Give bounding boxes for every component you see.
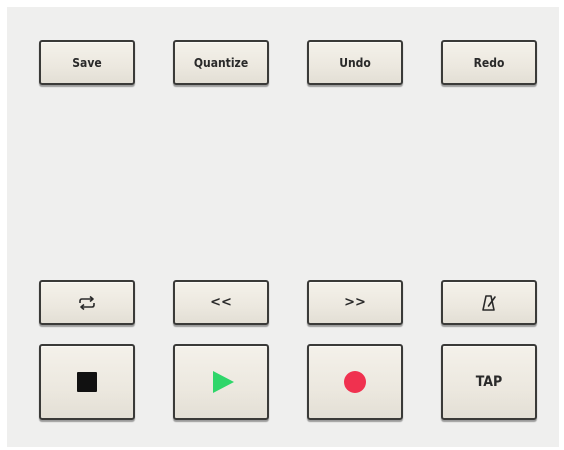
- quantize-button[interactable]: Quantize: [173, 40, 269, 85]
- fast-forward-button[interactable]: >>: [307, 280, 403, 325]
- redo-button[interactable]: Redo: [441, 40, 537, 85]
- fast-forward-label: >>: [344, 295, 366, 310]
- stop-icon: [77, 372, 97, 392]
- stop-button[interactable]: [39, 344, 135, 420]
- save-button[interactable]: Save: [39, 40, 135, 85]
- redo-label: Redo: [473, 55, 505, 70]
- tap-tempo-button[interactable]: TAP: [441, 344, 537, 420]
- metronome-icon: [482, 294, 496, 311]
- record-icon: [344, 371, 366, 393]
- record-button[interactable]: [307, 344, 403, 420]
- tap-label: TAP: [475, 374, 503, 390]
- loop-icon: [79, 295, 95, 310]
- undo-label: Undo: [339, 55, 371, 70]
- rewind-button[interactable]: <<: [173, 280, 269, 325]
- metronome-button[interactable]: [441, 280, 537, 325]
- undo-button[interactable]: Undo: [307, 40, 403, 85]
- save-label: Save: [72, 55, 102, 70]
- quantize-label: Quantize: [193, 55, 249, 70]
- play-button[interactable]: [173, 344, 269, 420]
- play-icon: [213, 371, 234, 393]
- loop-button[interactable]: [39, 280, 135, 325]
- rewind-label: <<: [210, 295, 232, 310]
